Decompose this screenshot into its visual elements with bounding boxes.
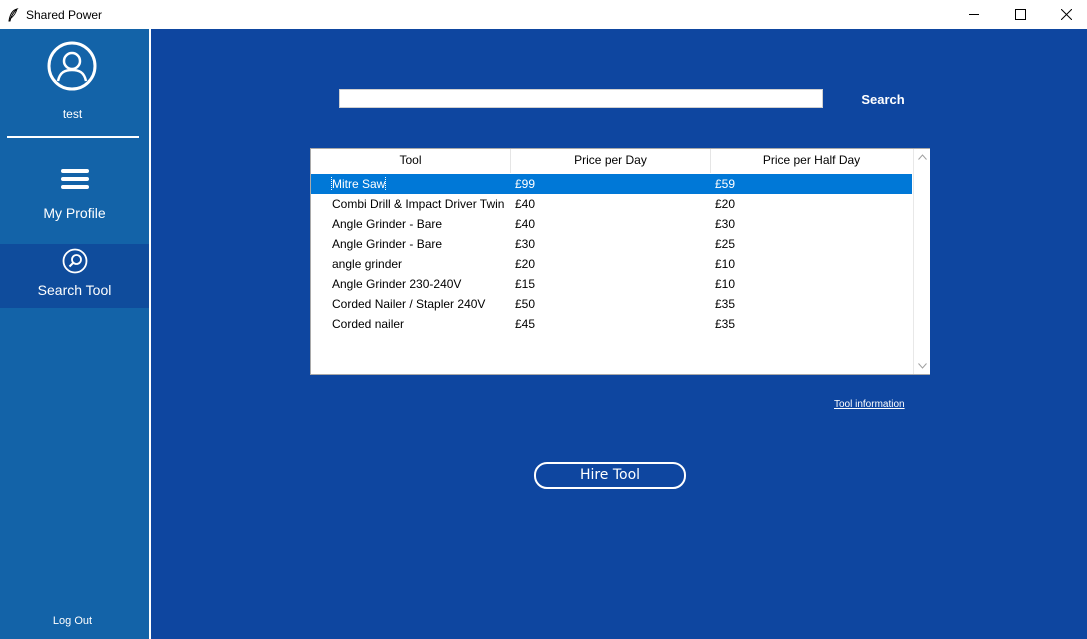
sidebar-item-search-tool[interactable]: Search Tool (0, 244, 149, 308)
sidebar-divider (7, 136, 139, 138)
cell-price-per-day: £40 (515, 217, 715, 231)
title-bar: Shared Power (0, 0, 1087, 29)
cell-text: £10 (715, 277, 736, 291)
maximize-button[interactable] (997, 0, 1043, 29)
cell-tool: Angle Grinder 230-240V (311, 277, 515, 291)
close-icon (1060, 9, 1072, 20)
cell-price-per-day: £20 (515, 257, 715, 271)
cell-text: £40 (515, 217, 536, 231)
cell-text: £25 (715, 237, 736, 251)
cell-price-per-day: £45 (515, 317, 715, 331)
cell-text: £35 (715, 297, 736, 311)
cell-tool: Combi Drill & Impact Driver Twin (311, 197, 515, 211)
hire-tool-button[interactable]: Hire Tool (534, 462, 686, 489)
table-row[interactable]: angle grinder £20 £10 (311, 254, 912, 274)
cell-text: £30 (715, 217, 736, 231)
cell-text: Corded nailer (332, 317, 405, 331)
tools-table: Tool Price per Day Price per Half Day Mi… (310, 148, 930, 375)
scroll-down-arrow-icon[interactable] (918, 363, 927, 369)
search-input[interactable] (339, 89, 823, 108)
cell-text: £30 (515, 237, 536, 251)
cell-text: £35 (715, 317, 736, 331)
main-panel: Search Tool Price per Day Price per Half… (151, 29, 1087, 639)
cell-text: £20 (715, 197, 736, 211)
cell-price-per-day: £15 (515, 277, 715, 291)
cell-text: Angle Grinder 230-240V (332, 277, 462, 291)
cell-text: £59 (715, 177, 736, 191)
cell-text: Angle Grinder - Bare (332, 217, 443, 231)
table-row[interactable]: Angle Grinder - Bare £30 £25 (311, 234, 912, 254)
cell-text: £10 (715, 257, 736, 271)
cell-tool: Angle Grinder - Bare (311, 237, 515, 251)
maximize-icon (1014, 9, 1026, 20)
table-row[interactable]: Mitre Saw £99 £59 (311, 174, 912, 194)
search-button[interactable]: Search (853, 90, 913, 108)
table-row[interactable]: Corded Nailer / Stapler 240V £50 £35 (311, 294, 912, 314)
table-body: Mitre Saw £99 £59 Combi Drill & Impact Driv… (311, 174, 912, 334)
cell-price-per-half-day: £10 (715, 257, 912, 271)
cell-text: angle grinder (332, 257, 403, 271)
sidebar: test My Profile Search Tool Log Out (0, 29, 149, 639)
column-header-price-per-day[interactable]: Price per Day (511, 149, 711, 173)
cell-price-per-day: £30 (515, 237, 715, 251)
feather-icon (8, 7, 19, 21)
cell-price-per-half-day: £20 (715, 197, 912, 211)
close-button[interactable] (1043, 0, 1087, 29)
cell-price-per-day: £50 (515, 297, 715, 311)
column-header-tool[interactable]: Tool (311, 149, 511, 173)
minimize-icon (968, 14, 979, 15)
cell-text: £40 (515, 197, 536, 211)
search-icon (62, 248, 87, 274)
cell-price-per-half-day: £25 (715, 237, 912, 251)
table-row[interactable]: Combi Drill & Impact Driver Twin £40 £20 (311, 194, 912, 214)
scroll-up-arrow-icon[interactable] (918, 154, 927, 160)
username-label: test (62, 107, 83, 121)
minimize-button[interactable] (951, 0, 997, 29)
cell-tool: angle grinder (311, 257, 515, 271)
table-header: Tool Price per Day Price per Half Day (311, 149, 912, 173)
table-row[interactable]: Angle Grinder 230-240V £15 £10 (311, 274, 912, 294)
sidebar-item-my-profile[interactable]: My Profile (0, 157, 149, 237)
cell-price-per-half-day: £35 (715, 297, 912, 311)
user-avatar-icon (47, 41, 97, 91)
cell-tool: Mitre Saw (311, 177, 515, 191)
sidebar-item-label: Search Tool (37, 282, 112, 298)
cell-text: Mitre Saw (330, 177, 387, 191)
cell-text: Corded Nailer / Stapler 240V (332, 297, 486, 311)
cell-text: £50 (515, 297, 536, 311)
cell-text: £15 (515, 277, 536, 291)
logout-button[interactable]: Log Out (0, 615, 145, 627)
menu-icon (60, 169, 89, 189)
cell-price-per-half-day: £10 (715, 277, 912, 291)
cell-tool: Corded nailer (311, 317, 515, 331)
vertical-scrollbar[interactable] (913, 149, 930, 374)
cell-price-per-day: £40 (515, 197, 715, 211)
table-row[interactable]: Angle Grinder - Bare £40 £30 (311, 214, 912, 234)
cell-tool: Angle Grinder - Bare (311, 217, 515, 231)
cell-text: Combi Drill & Impact Driver Twin (332, 197, 505, 211)
cell-text: £45 (515, 317, 536, 331)
cell-text: Angle Grinder - Bare (332, 237, 443, 251)
cell-price-per-day: £99 (515, 177, 715, 191)
cell-price-per-half-day: £30 (715, 217, 912, 231)
cell-tool: Corded Nailer / Stapler 240V (311, 297, 515, 311)
cell-price-per-half-day: £59 (715, 177, 912, 191)
column-header-price-per-half-day[interactable]: Price per Half Day (711, 149, 912, 173)
cell-text: £99 (515, 177, 536, 191)
cell-price-per-half-day: £35 (715, 317, 912, 331)
window-title: Shared Power (26, 7, 103, 22)
cell-text: £20 (515, 257, 536, 271)
tool-information-link[interactable]: Tool information (834, 399, 905, 410)
sidebar-item-label: My Profile (43, 205, 106, 221)
table-row[interactable]: Corded nailer £45 £35 (311, 314, 912, 334)
